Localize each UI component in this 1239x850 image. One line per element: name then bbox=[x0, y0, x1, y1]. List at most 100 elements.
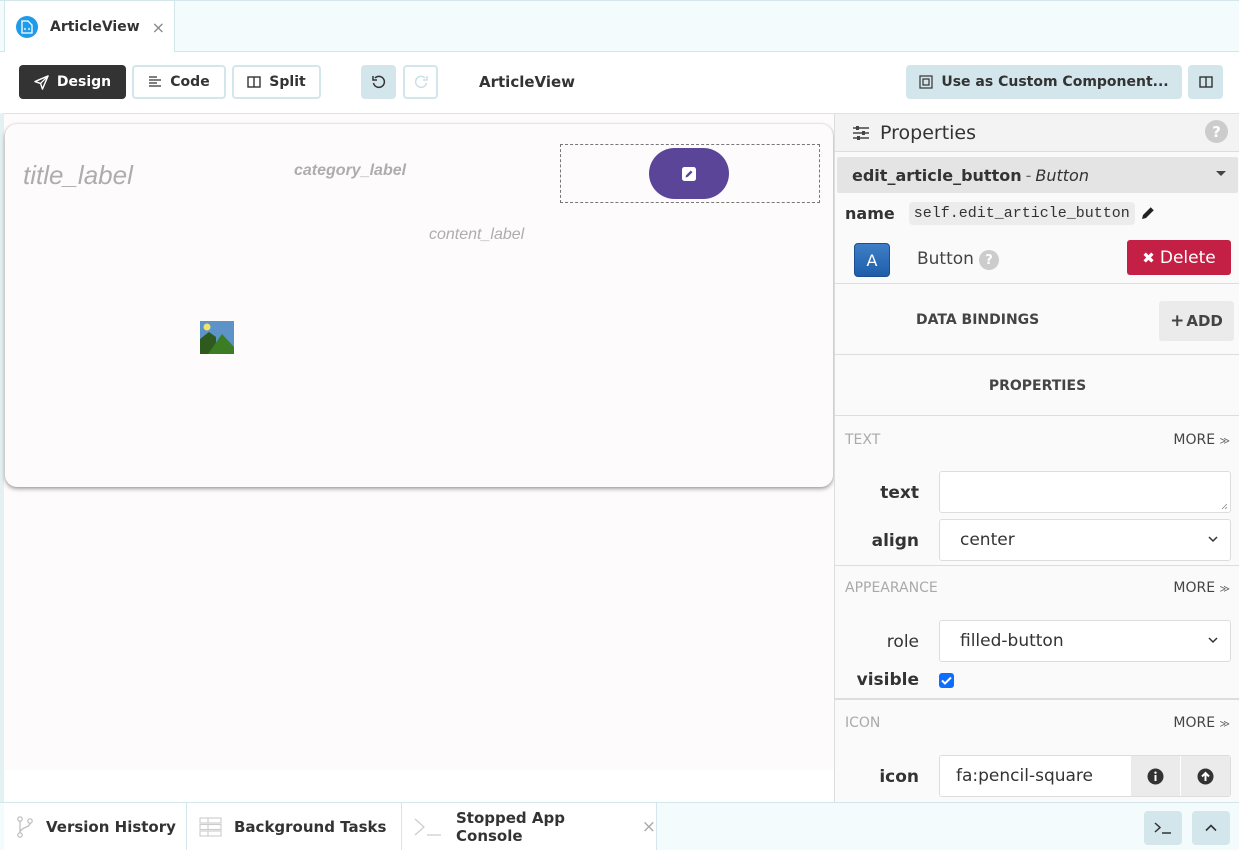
app-console-label: Stopped App Console bbox=[456, 809, 565, 845]
split-mode-button[interactable]: Split bbox=[232, 65, 321, 99]
double-chevron-down-icon: ≫ bbox=[1219, 436, 1230, 447]
text-section-header: TEXT MORE ≫ bbox=[835, 424, 1239, 456]
properties-panel: Properties ? edit_article_button - Butto… bbox=[834, 114, 1239, 802]
app-console-tab[interactable]: Stopped App Console × bbox=[402, 803, 657, 850]
name-row: name self.edit_article_button bbox=[835, 198, 1239, 228]
code-label: Code bbox=[170, 74, 210, 90]
icon-upload-button[interactable] bbox=[1180, 756, 1230, 796]
tab-articleview[interactable]: ArticleView × bbox=[4, 1, 175, 53]
toolbar: Design Code Split ArticleView Use as Cus… bbox=[0, 52, 1239, 114]
edit-article-button[interactable] bbox=[649, 148, 729, 199]
chevron-down-icon bbox=[1208, 637, 1218, 644]
code-mode-button[interactable]: Code bbox=[132, 65, 226, 99]
component-type: Button bbox=[1035, 165, 1089, 185]
app-root: ArticleView × Design Code Split ArticleV… bbox=[0, 0, 1239, 850]
component-icon bbox=[919, 75, 933, 89]
image-placeholder-icon[interactable] bbox=[200, 321, 234, 354]
type-label: Button bbox=[917, 249, 974, 269]
more-label: MORE bbox=[1173, 715, 1216, 731]
icon-section-header: ICON MORE ≫ bbox=[835, 707, 1239, 739]
section-divider bbox=[835, 698, 1239, 700]
design-label: Design bbox=[56, 74, 112, 90]
version-history-tab[interactable]: Version History bbox=[4, 803, 187, 850]
visible-prop-label: visible bbox=[856, 670, 919, 690]
chevron-up-icon bbox=[1205, 824, 1217, 832]
prop-row-visible: visible bbox=[835, 665, 1239, 697]
component-name: edit_article_button bbox=[852, 165, 1022, 185]
properties-title: Properties bbox=[880, 121, 977, 144]
content-label[interactable]: content_label bbox=[429, 226, 524, 244]
bottom-bar: Version History Background Tasks Stopped… bbox=[0, 802, 1239, 850]
properties-header: Properties ? bbox=[835, 114, 1239, 152]
arrow-circle-up-icon bbox=[1197, 768, 1214, 784]
console-close-icon[interactable]: × bbox=[642, 817, 656, 837]
text-prop-input[interactable] bbox=[939, 471, 1231, 513]
expand-panel-button[interactable] bbox=[1192, 811, 1230, 845]
icon-prop-label: icon bbox=[879, 767, 919, 787]
align-prop-label: align bbox=[871, 531, 919, 551]
help-icon[interactable]: ? bbox=[1205, 120, 1228, 143]
tab-close-icon[interactable]: × bbox=[152, 18, 165, 37]
times-icon: ✖ bbox=[1142, 248, 1155, 267]
version-history-label: Version History bbox=[46, 818, 176, 836]
category-label[interactable]: category_label bbox=[294, 162, 406, 180]
delete-label: Delete bbox=[1159, 247, 1216, 268]
visible-checkbox[interactable] bbox=[939, 673, 954, 688]
component-type-row: A Button ? ✖ Delete bbox=[835, 236, 1239, 284]
component-selector[interactable]: edit_article_button - Button bbox=[837, 157, 1238, 193]
article-card[interactable]: title_label category_label content_label bbox=[5, 124, 833, 487]
use-as-custom-component-button[interactable]: Use as Custom Component... bbox=[906, 65, 1182, 99]
pencil-icon[interactable] bbox=[1139, 204, 1157, 222]
more-label: MORE bbox=[1173, 580, 1216, 596]
name-value[interactable]: self.edit_article_button bbox=[908, 201, 1135, 225]
double-chevron-down-icon: ≫ bbox=[1219, 584, 1230, 595]
prop-row-role: role filled-button bbox=[835, 620, 1239, 662]
columns-icon bbox=[247, 76, 261, 88]
align-left-icon bbox=[148, 76, 162, 88]
prop-row-icon: icon fa:pencil-square bbox=[835, 755, 1239, 797]
component-separator: - bbox=[1025, 165, 1032, 185]
design-mode-button[interactable]: Design bbox=[19, 65, 126, 99]
terminal-icon bbox=[414, 817, 442, 837]
add-binding-button[interactable]: + ADD bbox=[1159, 301, 1234, 341]
background-tasks-label: Background Tasks bbox=[234, 818, 387, 836]
icon-more-button[interactable]: MORE ≫ bbox=[1173, 715, 1230, 731]
columns-icon bbox=[1198, 76, 1213, 88]
text-more-button[interactable]: MORE ≫ bbox=[1173, 432, 1230, 448]
toggle-panel-button[interactable] bbox=[1188, 65, 1223, 99]
resize-grip-icon[interactable] bbox=[1220, 502, 1228, 510]
tab-label: ArticleView bbox=[50, 19, 140, 35]
prop-row-align: align center bbox=[835, 519, 1239, 561]
text-section-title: TEXT bbox=[845, 432, 881, 448]
info-circle-icon bbox=[1147, 768, 1164, 784]
button-type-icon: A bbox=[854, 243, 890, 277]
appearance-more-button[interactable]: MORE ≫ bbox=[1173, 580, 1230, 596]
background-tasks-tab[interactable]: Background Tasks bbox=[187, 803, 402, 850]
paper-plane-icon bbox=[34, 74, 49, 90]
terminal-icon bbox=[1154, 822, 1171, 834]
data-bindings-row: DATA BINDINGS + ADD bbox=[835, 285, 1239, 355]
chevron-down-icon bbox=[1208, 536, 1218, 543]
role-prop-label: role bbox=[886, 632, 919, 652]
section-divider bbox=[835, 565, 1239, 566]
appearance-section-title: APPEARANCE bbox=[845, 580, 938, 596]
icon-value-input[interactable]: fa:pencil-square bbox=[940, 756, 1130, 796]
align-select[interactable]: center bbox=[939, 519, 1231, 561]
icon-input-group: fa:pencil-square bbox=[939, 755, 1231, 797]
more-label: MORE bbox=[1173, 432, 1216, 448]
design-canvas[interactable]: title_label category_label content_label bbox=[0, 114, 834, 802]
add-label: ADD bbox=[1186, 312, 1223, 330]
redo-button[interactable] bbox=[403, 65, 438, 99]
tab-bar: ArticleView × bbox=[0, 0, 1239, 53]
delete-button[interactable]: ✖ Delete bbox=[1127, 240, 1231, 275]
pencil-square-icon bbox=[682, 166, 696, 181]
split-label: Split bbox=[269, 74, 306, 90]
role-select[interactable]: filled-button bbox=[939, 620, 1231, 662]
type-help-icon[interactable]: ? bbox=[979, 250, 999, 270]
prop-row-text: text bbox=[835, 471, 1239, 513]
title-label[interactable]: title_label bbox=[23, 160, 133, 191]
icon-info-button[interactable] bbox=[1130, 756, 1180, 796]
undo-button[interactable] bbox=[361, 65, 396, 99]
open-console-button[interactable] bbox=[1144, 811, 1182, 845]
text-prop-label: text bbox=[880, 483, 919, 503]
